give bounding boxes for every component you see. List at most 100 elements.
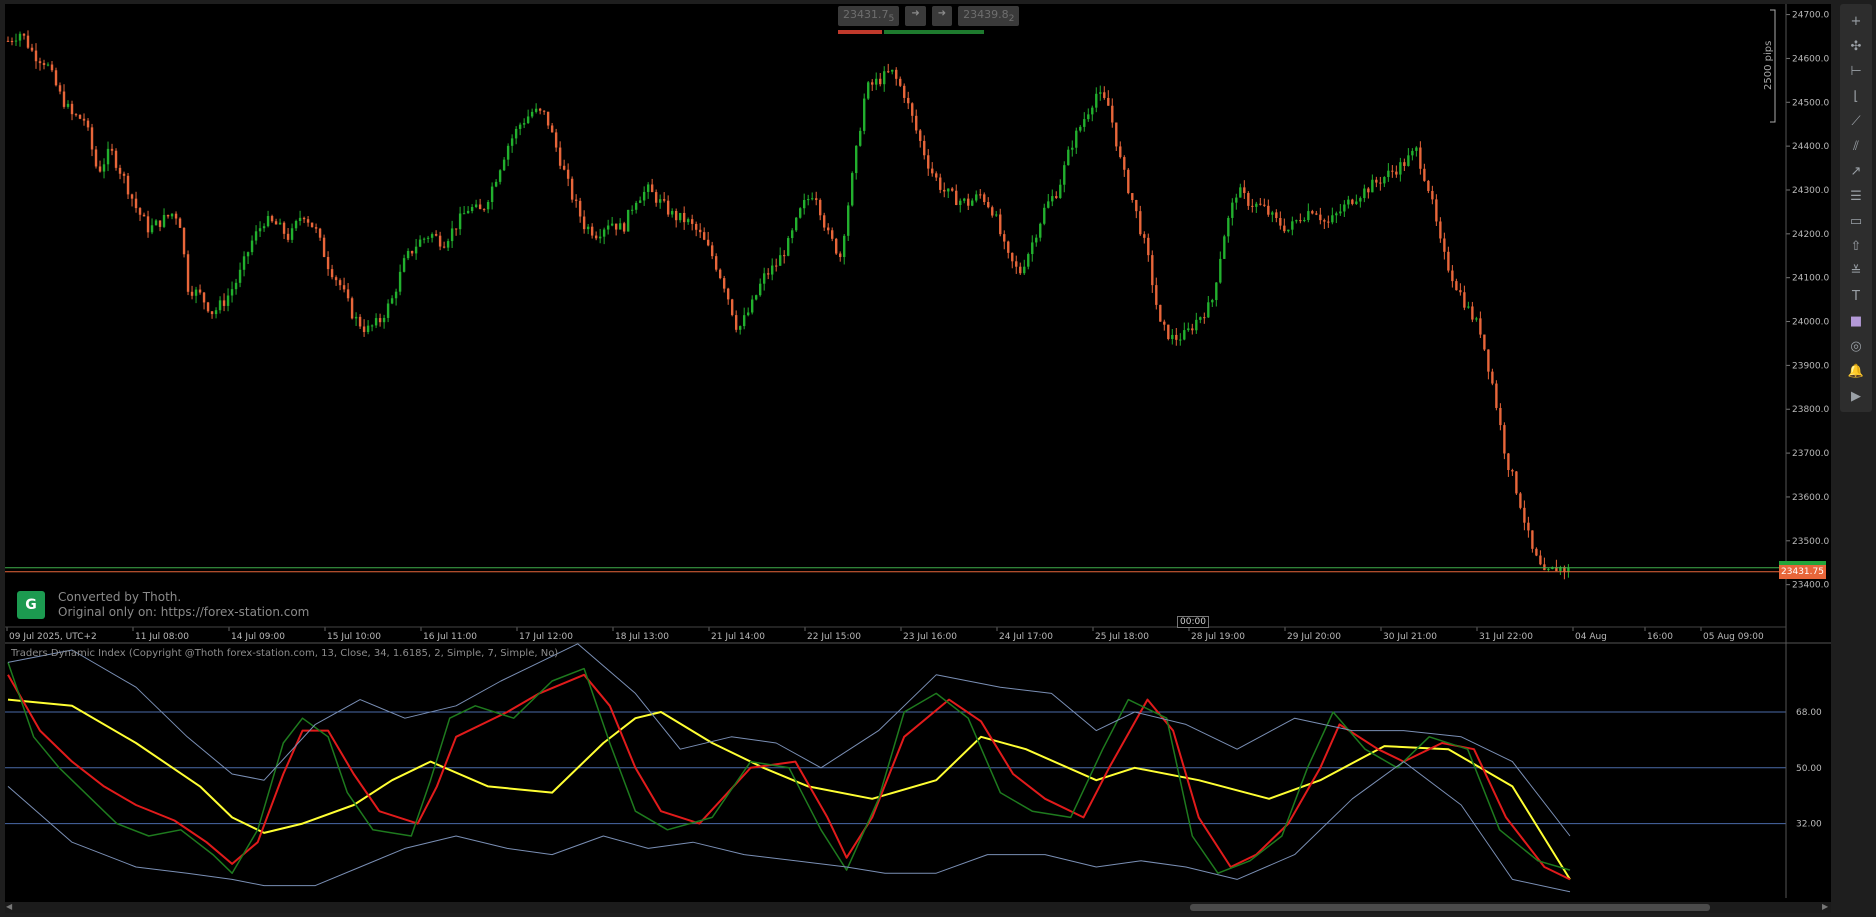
scroll-left-icon[interactable]: ◀ [6, 902, 12, 911]
candle-body [754, 295, 758, 300]
price-tick-label: 24100.0 [1792, 274, 1829, 284]
candle-body [618, 223, 622, 230]
candle-body [494, 181, 498, 187]
price-tick-label: 24300.0 [1792, 186, 1829, 196]
candle-body [118, 167, 122, 174]
candle-body [1367, 188, 1370, 193]
candle-body [558, 147, 562, 166]
candle-body [142, 214, 146, 217]
candle-body [1211, 300, 1214, 303]
candle-body [879, 78, 882, 85]
candle-body [106, 148, 110, 165]
candle-body [538, 108, 542, 111]
trend-line-icon[interactable]: ⟋ [1844, 110, 1868, 132]
candle-body [686, 219, 690, 223]
candle-body [823, 215, 826, 228]
bid-price[interactable]: 23431.75 [838, 6, 900, 27]
rectangle-icon[interactable]: ▭ [1844, 210, 1868, 232]
candle-body [1511, 469, 1514, 472]
candle-body [1075, 130, 1078, 148]
candle-body [378, 318, 382, 323]
candle-body [1071, 147, 1074, 150]
candle-body [1123, 157, 1126, 170]
last-bar-time: 00:00 [1177, 616, 1209, 628]
candle-body [1007, 241, 1010, 253]
candle-body [662, 199, 666, 201]
candle-body [202, 292, 206, 303]
ray-icon[interactable]: ↗ [1844, 160, 1868, 182]
arrow-icon[interactable]: ⇧ [1844, 235, 1868, 257]
vertical-line-icon[interactable]: ⌊ [1844, 85, 1868, 107]
candle-body [1535, 548, 1538, 556]
price-chart[interactable] [5, 30, 1786, 580]
last-price-badge: 23431.75 [1779, 564, 1826, 579]
sell-arrow-icon[interactable]: ➜ [905, 6, 926, 27]
candle-body [390, 298, 394, 304]
candle-body [927, 155, 930, 169]
candle-body [786, 238, 790, 256]
candle-body [1319, 214, 1322, 221]
tdi-level-label: 32.00 [1796, 820, 1822, 830]
candle-body [58, 85, 62, 92]
ask-price[interactable]: 23439.82 [958, 6, 1020, 27]
cross-cursor-icon[interactable]: ✣ [1844, 35, 1868, 57]
candle-body [234, 282, 238, 290]
candle-body [839, 253, 842, 258]
candle-body [1415, 147, 1418, 151]
candle-body [402, 258, 406, 272]
candle-body [1119, 146, 1122, 158]
horizontal-line-icon[interactable]: ⊢ [1844, 60, 1868, 82]
candle-body [1371, 179, 1374, 193]
candle-body [1191, 328, 1194, 331]
crosshair-icon[interactable]: + [1844, 10, 1868, 32]
candle-body [907, 97, 910, 104]
candle-body [126, 175, 130, 195]
candle-body [466, 210, 470, 214]
candle-body [38, 61, 42, 64]
candle-body [214, 310, 218, 315]
candle-body [726, 288, 730, 300]
candle-body [478, 204, 482, 210]
levels-icon[interactable]: ≚ [1844, 260, 1868, 282]
bid-price-superscript: 5 [888, 13, 895, 25]
time-tick-label: 23 Jul 16:00 [903, 632, 957, 642]
play-icon[interactable]: ▶ [1844, 385, 1868, 407]
candle-body [410, 250, 414, 254]
candle-body [1351, 199, 1354, 204]
candle-body [774, 265, 778, 267]
candle-body [1419, 147, 1422, 169]
candle-body [815, 198, 818, 200]
candle-body [318, 228, 322, 238]
tdi-indicator-chart[interactable] [5, 643, 1786, 893]
candle-body [1323, 220, 1326, 222]
channel-icon[interactable]: ⫽ [1844, 135, 1868, 157]
candle-body [1015, 261, 1018, 267]
candle-body [778, 255, 782, 266]
scrollbar-thumb[interactable] [1190, 904, 1710, 911]
candle-body [1255, 203, 1258, 207]
candle-body [6, 40, 10, 42]
camera-icon[interactable]: ◎ [1844, 335, 1868, 357]
fibonacci-icon[interactable]: ☰ [1844, 185, 1868, 207]
scroll-right-icon[interactable]: ▶ [1822, 902, 1828, 911]
text-icon[interactable]: T [1844, 285, 1868, 307]
candle-body [1183, 330, 1186, 340]
alert-bell-icon[interactable]: 🔔 [1844, 360, 1868, 382]
buy-arrow-icon[interactable]: ➜ [931, 6, 953, 27]
candle-body [342, 285, 346, 290]
candle-body [895, 69, 898, 79]
candle-body [434, 234, 438, 236]
candle-body [1099, 92, 1102, 94]
candle-body [967, 198, 970, 206]
candle-body [98, 166, 102, 172]
candle-body [1303, 220, 1306, 222]
candle-body [1227, 217, 1230, 237]
candle-body [1399, 162, 1402, 175]
candle-body [1055, 196, 1058, 198]
time-tick-label: 22 Jul 15:00 [807, 632, 861, 642]
candle-body [975, 194, 978, 201]
candle-body [574, 199, 578, 201]
candle-body [1203, 317, 1206, 319]
candle-body [362, 326, 366, 333]
color-swatch-icon[interactable]: ■ [1844, 310, 1868, 332]
